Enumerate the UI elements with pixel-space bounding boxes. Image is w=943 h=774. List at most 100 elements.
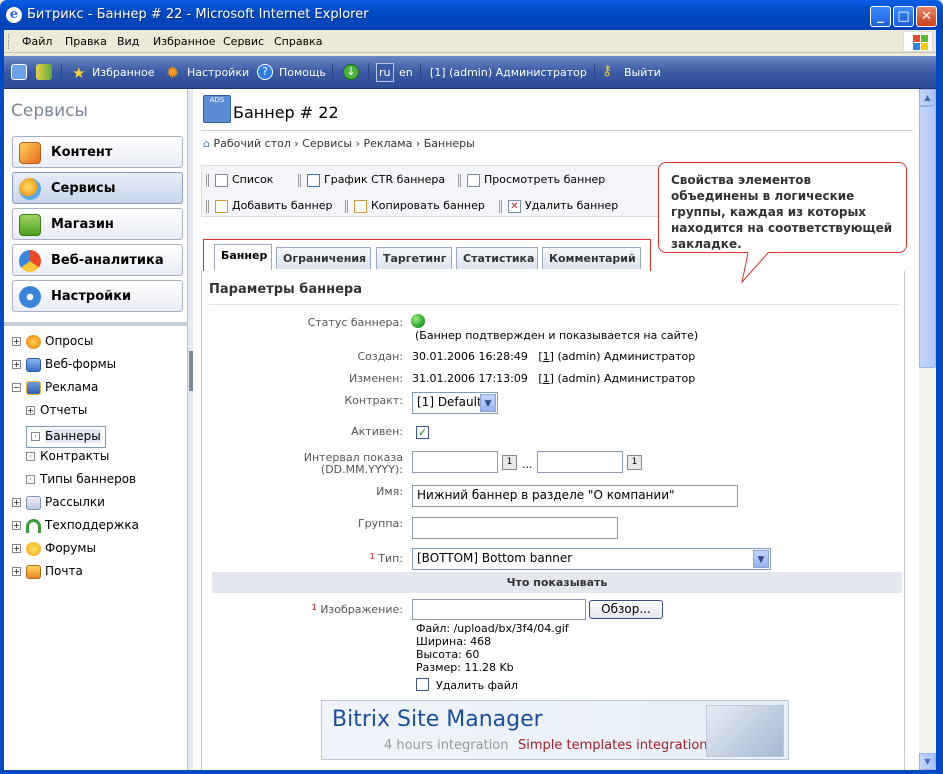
- ctr-graph-button[interactable]: График CTR баннера: [298, 173, 445, 187]
- required-mark: 1: [311, 603, 317, 612]
- scroll-down-icon[interactable]: ▼: [919, 753, 936, 770]
- copy-banner-button[interactable]: Копировать баннер: [345, 199, 485, 213]
- expand-icon[interactable]: +: [12, 360, 21, 369]
- menu-help[interactable]: Справка: [274, 35, 322, 48]
- expand-icon[interactable]: +: [26, 406, 35, 415]
- type-value: [BOTTOM] Bottom banner: [417, 551, 573, 565]
- banner-text-1: 4 hours integration: [384, 738, 509, 753]
- what-to-show-header: Что показывать: [212, 572, 902, 593]
- window-frame-left: [0, 30, 4, 774]
- created-user-link[interactable]: 1: [543, 350, 550, 363]
- refresh-icon[interactable]: ↓: [343, 64, 359, 80]
- lang-ru[interactable]: ru: [376, 63, 394, 82]
- menu-tools[interactable]: Сервис: [223, 35, 264, 48]
- sidebar-button-content[interactable]: Контент: [12, 136, 183, 168]
- file-input[interactable]: [412, 599, 586, 620]
- sidebar-button-settings[interactable]: Настройки: [12, 280, 183, 312]
- toolbar-grip: [298, 173, 301, 187]
- scroll-up-icon[interactable]: ▲: [919, 89, 936, 106]
- expand-icon[interactable]: +: [12, 498, 21, 507]
- menu-edit[interactable]: Правка: [65, 35, 107, 48]
- modified-user-link[interactable]: 1: [543, 372, 550, 385]
- close-button[interactable]: ✕: [916, 6, 937, 27]
- file-info: Файл: /upload/bx/3f4/04.gif Ширина: 468 …: [416, 622, 569, 674]
- name-input[interactable]: Нижний баннер в разделе "О компании": [412, 485, 738, 507]
- menu-file[interactable]: Файл: [22, 35, 52, 48]
- lang-en[interactable]: en: [399, 66, 413, 79]
- callout-tail: [741, 252, 769, 284]
- tree-label: Реклама: [45, 380, 99, 394]
- sidebar-button-label: Настройки: [51, 289, 132, 304]
- add-banner-button[interactable]: Добавить баннер: [206, 199, 333, 213]
- created-label: Создан:: [357, 350, 403, 363]
- toolbar-grip: [345, 199, 348, 213]
- minimize-button[interactable]: _: [870, 6, 891, 27]
- logout-link[interactable]: Выйти: [624, 66, 661, 79]
- pencil-icon: [19, 142, 41, 164]
- advertising-icon: [26, 380, 41, 395]
- delete-banner-button[interactable]: ✕ Удалить баннер: [499, 199, 618, 213]
- tools-icon[interactable]: [36, 64, 52, 80]
- calendar-icon[interactable]: 1: [627, 455, 642, 470]
- group-input[interactable]: [412, 517, 618, 539]
- expand-icon[interactable]: +: [12, 521, 21, 530]
- tree-item-contracts[interactable]: · Контракты: [26, 449, 109, 463]
- tree-item-polls[interactable]: + Опросы: [12, 334, 93, 349]
- created-date: 30.01.2006 16:28:49: [412, 350, 528, 363]
- menu-view[interactable]: Вид: [117, 35, 139, 48]
- sidebar-button-services[interactable]: Сервисы: [12, 172, 183, 204]
- active-checkbox[interactable]: ✓: [416, 426, 429, 439]
- sidebar-divider[interactable]: [4, 322, 187, 326]
- tree-item-advertising[interactable]: − Реклама: [12, 380, 98, 395]
- banner-text-2: Simple templates integration: [518, 738, 708, 753]
- expand-icon[interactable]: +: [12, 337, 21, 346]
- toolbar-grip: [206, 199, 209, 213]
- name-label: Имя:: [376, 485, 403, 498]
- expand-icon[interactable]: +: [12, 544, 21, 553]
- file-size: Размер: 11.28 Kb: [416, 661, 514, 674]
- interval-label: Интервал показа (DD.MM.YYYY):: [213, 452, 403, 476]
- settings-link[interactable]: Настройки: [187, 66, 249, 79]
- help-link[interactable]: Помощь: [279, 66, 326, 79]
- tree-item-mailings[interactable]: + Рассылки: [12, 495, 105, 510]
- maximize-button[interactable]: □: [893, 6, 914, 27]
- type-select[interactable]: [BOTTOM] Bottom banner ▼: [412, 548, 771, 570]
- banner-page-icon: ADS: [203, 95, 231, 123]
- sidebar-button-analytics[interactable]: Веб-аналитика: [12, 244, 183, 276]
- monitor-icon[interactable]: [11, 64, 27, 80]
- tree-item-reports[interactable]: + Отчеты: [26, 403, 87, 417]
- toolbar-grip: [8, 34, 11, 49]
- calendar-icon[interactable]: 1: [502, 455, 517, 470]
- collapse-icon[interactable]: −: [12, 383, 21, 392]
- tree-item-webforms[interactable]: + Веб-формы: [12, 357, 116, 372]
- favorites-link[interactable]: Избранное: [92, 66, 154, 79]
- status-green-icon: [411, 314, 425, 328]
- tree-label: Почта: [45, 564, 83, 578]
- sidebar-button-shop[interactable]: Магазин: [12, 208, 183, 240]
- tree-item-banners[interactable]: · Баннеры: [26, 426, 106, 448]
- expand-icon[interactable]: +: [12, 567, 21, 576]
- tree-item-banner-types[interactable]: · Типы баннеров: [26, 472, 136, 486]
- tree-item-forums[interactable]: + Форумы: [12, 541, 96, 556]
- browse-button[interactable]: Обзор...: [589, 600, 663, 619]
- view-banner-button[interactable]: Просмотреть баннер: [458, 173, 605, 187]
- file-height: Высота: 60: [416, 648, 480, 661]
- date-to-input[interactable]: [537, 451, 623, 473]
- breadcrumb[interactable]: ⌂ Рабочий стол › Сервисы › Реклама › Бан…: [203, 137, 475, 150]
- tree-item-mail[interactable]: + Почта: [12, 564, 83, 579]
- sidebar-button-label: Магазин: [51, 217, 114, 232]
- tree-item-support[interactable]: + Техподдержка: [12, 518, 139, 533]
- date-from-input[interactable]: [412, 451, 498, 473]
- copy-icon: [354, 199, 367, 213]
- breadcrumb-text[interactable]: Рабочий стол › Сервисы › Реклама › Банне…: [213, 137, 474, 150]
- list-button[interactable]: Список: [206, 173, 273, 187]
- scroll-thumb[interactable]: [919, 106, 936, 368]
- tree-label: Контракты: [40, 449, 110, 463]
- vertical-scrollbar[interactable]: ▲ ▼: [919, 89, 936, 770]
- contract-select[interactable]: [1] Default ▼: [412, 392, 498, 414]
- menu-favorites[interactable]: Избранное: [153, 35, 215, 48]
- home-icon: ⌂: [203, 137, 210, 150]
- delete-file-checkbox[interactable]: [416, 678, 429, 691]
- created-value: 30.01.2006 16:28:49 [1] (admin) Админист…: [412, 350, 696, 363]
- user-link[interactable]: [1] (admin) Администратор: [430, 66, 587, 79]
